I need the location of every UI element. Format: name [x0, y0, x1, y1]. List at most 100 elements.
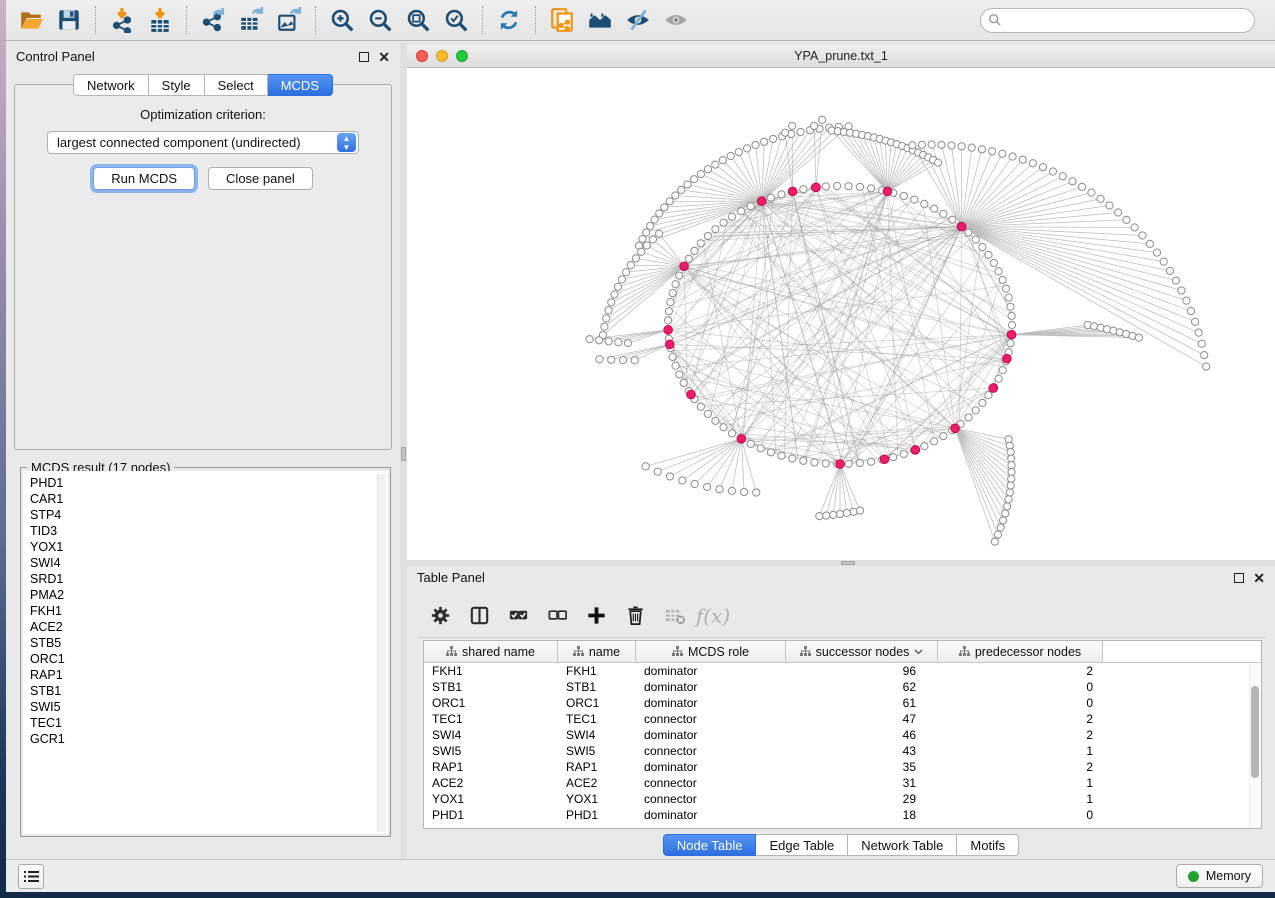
table-row[interactable]: FKH1FKH1dominator962 — [424, 663, 1261, 679]
control-tab-network[interactable]: Network — [73, 74, 149, 96]
mcds-result-list[interactable]: PHD1CAR1STP4TID3YOX1SWI4SRD1PMA2FKH1ACE2… — [23, 471, 388, 834]
mcds-result-item[interactable]: STP4 — [30, 507, 388, 523]
toolbar-separator — [535, 6, 536, 34]
table-tab-edge-table[interactable]: Edge Table — [756, 834, 848, 856]
zoom-in-button[interactable] — [323, 4, 361, 36]
open-file-button[interactable] — [12, 4, 50, 36]
table-row[interactable]: STB1STB1dominator620 — [424, 679, 1261, 695]
run-mcds-button[interactable]: Run MCDS — [93, 167, 195, 190]
column-header-name[interactable]: name — [558, 641, 636, 662]
mcds-result-item[interactable]: YOX1 — [30, 539, 388, 555]
select-all-button[interactable] — [503, 601, 533, 631]
close-panel-button[interactable]: Close panel — [208, 167, 313, 190]
app-window: Control Panel ✕ NetworkStyleSelectMCDS O… — [6, 0, 1275, 892]
column-label: name — [589, 645, 620, 659]
table-cell: 18 — [786, 808, 938, 822]
first-neighbors-button[interactable] — [581, 4, 619, 36]
search-input[interactable] — [980, 8, 1255, 33]
memory-button[interactable]: Memory — [1176, 864, 1263, 888]
window-zoom-light[interactable] — [456, 50, 468, 62]
mcds-result-item[interactable]: RAP1 — [30, 667, 388, 683]
window-close-light[interactable] — [416, 50, 428, 62]
table-scrollbar-thumb[interactable] — [1251, 686, 1259, 778]
column-header-predecessor-nodes[interactable]: predecessor nodes — [938, 641, 1103, 662]
new-network-from-selection-button[interactable] — [543, 4, 581, 36]
column-header-shared-name[interactable]: shared name — [424, 641, 558, 662]
control-tab-mcds[interactable]: MCDS — [268, 74, 333, 96]
refresh-button[interactable] — [490, 4, 528, 36]
mcds-result-item[interactable]: ACE2 — [30, 619, 388, 635]
network-canvas[interactable] — [407, 68, 1275, 560]
table-cell: 35 — [786, 760, 938, 774]
table-row[interactable]: RAP1RAP1dominator352 — [424, 759, 1261, 775]
gear-button[interactable] — [425, 601, 455, 631]
mcds-result-item[interactable]: STB5 — [30, 635, 388, 651]
table-cell: FKH1 — [558, 664, 636, 678]
zoom-selected-button[interactable] — [437, 4, 475, 36]
mcds-result-item[interactable]: SWI4 — [30, 555, 388, 571]
table-cell: 46 — [786, 728, 938, 742]
columns-button[interactable] — [464, 601, 494, 631]
table-row[interactable]: ORC1ORC1dominator610 — [424, 695, 1261, 711]
table-tab-network-table[interactable]: Network Table — [848, 834, 957, 856]
table-row[interactable]: YOX1YOX1connector291 — [424, 791, 1261, 807]
criterion-dropdown[interactable]: largest connected component (undirected)… — [47, 131, 359, 154]
window-minimize-light[interactable] — [436, 50, 448, 62]
table-row[interactable]: TEC1TEC1connector472 — [424, 711, 1261, 727]
vertical-splitter[interactable] — [400, 42, 407, 859]
mcds-result-item[interactable]: CAR1 — [30, 491, 388, 507]
mcds-result-item[interactable]: SRD1 — [30, 571, 388, 587]
table-row[interactable]: SWI4SWI4dominator462 — [424, 727, 1261, 743]
close-panel-icon[interactable]: ✕ — [378, 52, 390, 62]
table-row[interactable]: ACE2ACE2connector311 — [424, 775, 1261, 791]
mcds-result-item[interactable]: PMA2 — [30, 587, 388, 603]
zoom-fit-button[interactable] — [399, 4, 437, 36]
mcds-result-item[interactable]: STB1 — [30, 683, 388, 699]
table-row[interactable]: PHD1PHD1dominator180 — [424, 807, 1261, 823]
control-tab-style[interactable]: Style — [149, 74, 205, 96]
column-label: successor nodes — [816, 645, 910, 659]
column-header-successor-nodes[interactable]: successor nodes — [786, 641, 938, 662]
horizontal-splitter-grip[interactable] — [841, 561, 855, 565]
float-table-panel-icon[interactable] — [1234, 573, 1244, 583]
table-cell: SWI4 — [424, 728, 558, 742]
column-header-MCDS-role[interactable]: MCDS role — [636, 641, 786, 662]
mcds-result-item[interactable]: ORC1 — [30, 651, 388, 667]
table-tab-motifs[interactable]: Motifs — [957, 834, 1019, 856]
export-network-button[interactable] — [194, 4, 232, 36]
mcds-result-item[interactable]: TEC1 — [30, 715, 388, 731]
task-list-icon — [24, 870, 39, 883]
export-table-button[interactable] — [232, 4, 270, 36]
mcds-result-item[interactable]: SWI5 — [30, 699, 388, 715]
control-tab-select[interactable]: Select — [205, 74, 268, 96]
task-history-button[interactable] — [18, 864, 44, 889]
vertical-splitter-grip[interactable] — [401, 447, 406, 461]
trash-button[interactable] — [620, 601, 650, 631]
table-cell: TEC1 — [424, 712, 558, 726]
mcds-result-item[interactable]: TID3 — [30, 523, 388, 539]
memory-status-dot — [1188, 871, 1199, 882]
table-row[interactable]: SWI5SWI5connector431 — [424, 743, 1261, 759]
zoom-selected-icon — [443, 7, 469, 33]
deselect-all-button[interactable] — [542, 601, 572, 631]
mcds-list-scrollbar[interactable] — [377, 474, 386, 832]
table-header-row: shared name name MCDS role successor nodes p… — [424, 641, 1261, 663]
import-network-button[interactable] — [103, 4, 141, 36]
float-panel-icon[interactable] — [359, 52, 369, 62]
table-cell: RAP1 — [558, 760, 636, 774]
fx-icon: f(x) — [696, 604, 730, 628]
mcds-result-item[interactable]: FKH1 — [30, 603, 388, 619]
deselect-all-icon — [546, 604, 569, 627]
export-image-button[interactable] — [270, 4, 308, 36]
mcds-result-item[interactable]: GCR1 — [30, 731, 388, 747]
hide-selected-button[interactable] — [619, 4, 657, 36]
table-tab-node-table[interactable]: Node Table — [663, 834, 757, 856]
close-table-panel-icon[interactable]: ✕ — [1253, 573, 1265, 583]
table-scrollbar[interactable] — [1249, 664, 1260, 827]
mcds-result-item[interactable]: PHD1 — [30, 475, 388, 491]
zoom-out-button[interactable] — [361, 4, 399, 36]
column-type-icon — [672, 646, 683, 657]
import-table-button[interactable] — [141, 4, 179, 36]
save-session-button[interactable] — [50, 4, 88, 36]
add-button[interactable] — [581, 601, 611, 631]
